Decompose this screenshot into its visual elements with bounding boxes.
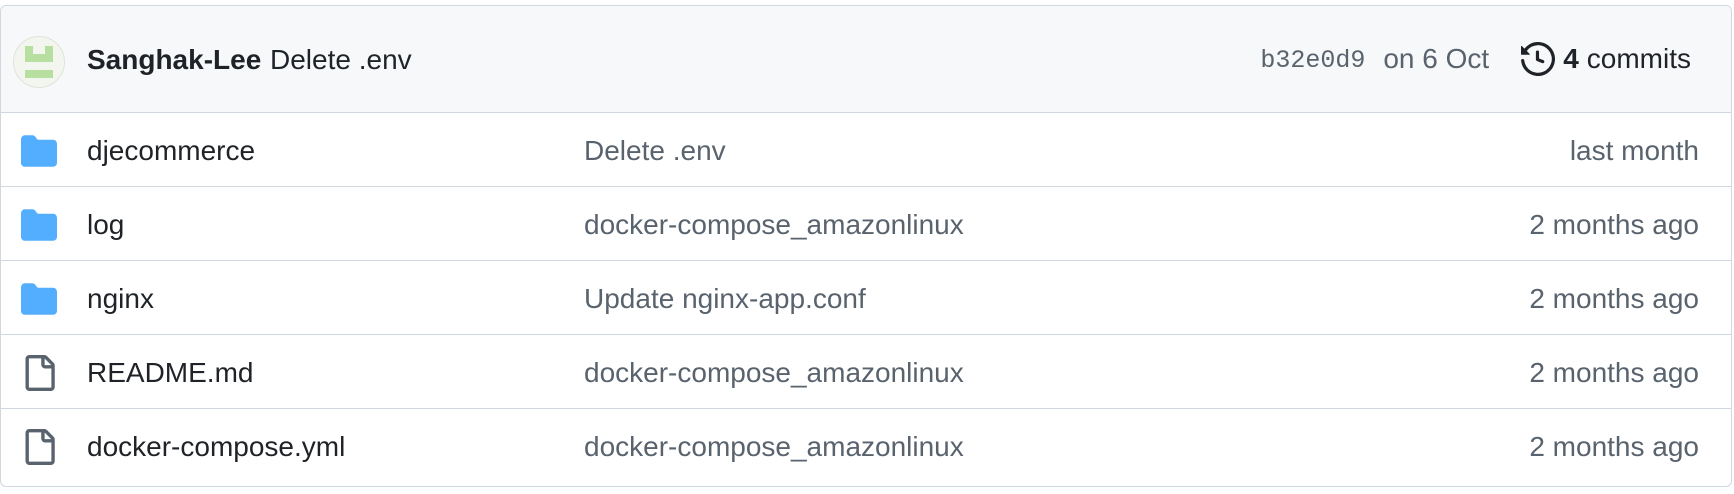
- file-age: 2 months ago: [1529, 431, 1699, 462]
- file-icon: [25, 429, 55, 465]
- file-name[interactable]: nginx: [87, 283, 154, 315]
- file-age: 2 months ago: [1529, 357, 1699, 388]
- commit-message[interactable]: Delete .env: [270, 44, 412, 76]
- list-item[interactable]: nginx Update nginx-app.conf 2 months ago: [1, 261, 1731, 335]
- file-age: last month: [1569, 135, 1699, 166]
- file-commit-message[interactable]: docker-compose_amazonlinux: [584, 209, 964, 241]
- file-age: 2 months ago: [1529, 283, 1699, 314]
- list-item[interactable]: README.md docker-compose_amazonlinux 2 m…: [1, 335, 1731, 409]
- file-commit-message[interactable]: Update nginx-app.conf: [584, 283, 866, 315]
- commits-count: 4: [1563, 43, 1579, 74]
- file-age: 2 months ago: [1529, 209, 1699, 240]
- list-item[interactable]: docker-compose.yml docker-compose_amazon…: [1, 409, 1731, 482]
- list-item[interactable]: djecommerce Delete .env last month: [1, 113, 1731, 187]
- commits-label: commits: [1586, 43, 1691, 74]
- file-name[interactable]: djecommerce: [87, 135, 255, 167]
- file-list: djecommerce Delete .env last month log d…: [1, 113, 1731, 482]
- commit-author[interactable]: Sanghak-Lee: [87, 44, 261, 76]
- commit-sha[interactable]: b32e0d9: [1260, 43, 1365, 75]
- avatar[interactable]: [13, 36, 65, 88]
- file-commit-message[interactable]: Delete .env: [584, 135, 726, 167]
- file-name[interactable]: README.md: [87, 357, 253, 389]
- file-browser: Sanghak-Lee Delete .env b32e0d9 on 6 Oct…: [0, 5, 1732, 487]
- folder-icon: [21, 135, 57, 167]
- folder-icon: [21, 209, 57, 241]
- file-commit-message[interactable]: docker-compose_amazonlinux: [584, 357, 964, 389]
- file-name[interactable]: docker-compose.yml: [87, 431, 345, 463]
- file-name[interactable]: log: [87, 209, 124, 241]
- commit-meta: b32e0d9 on 6 Oct 4 commits: [1260, 42, 1691, 76]
- file-commit-message[interactable]: docker-compose_amazonlinux: [584, 431, 964, 463]
- latest-commit-bar: Sanghak-Lee Delete .env b32e0d9 on 6 Oct…: [1, 6, 1731, 113]
- commit-date: on 6 Oct: [1383, 43, 1490, 74]
- file-icon: [25, 355, 55, 391]
- commits-history-link[interactable]: 4 commits: [1521, 42, 1691, 76]
- history-icon: [1521, 42, 1556, 76]
- folder-icon: [21, 283, 57, 315]
- list-item[interactable]: log docker-compose_amazonlinux 2 months …: [1, 187, 1731, 261]
